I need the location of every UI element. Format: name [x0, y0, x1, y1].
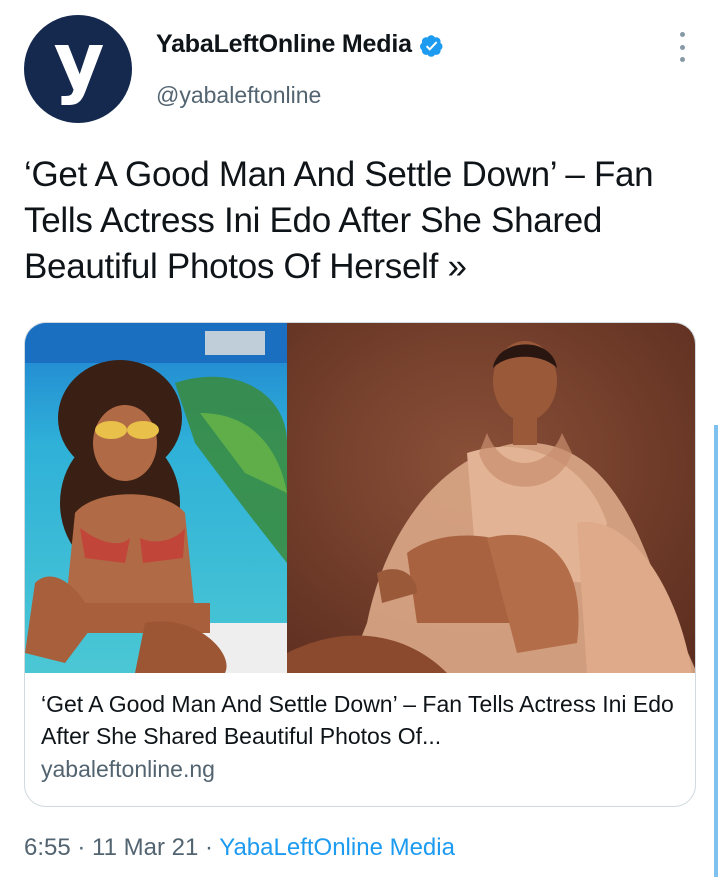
link-card-domain: yabaleftonline.ng: [41, 756, 215, 782]
avatar-letter: y: [53, 17, 105, 107]
more-dot-icon: [679, 32, 685, 37]
tweet-time[interactable]: 6:55: [24, 834, 71, 861]
link-card-media[interactable]: [25, 323, 695, 673]
tweet: y YabaLeftOnline Media @yabaleftonline ‘…: [0, 0, 718, 877]
author-handle[interactable]: @yabaleftonline: [156, 82, 321, 109]
more-options-icon[interactable]: [674, 32, 690, 62]
author-name-row: YabaLeftOnline Media: [156, 30, 444, 59]
link-card-body[interactable]: ‘Get A Good Man And Settle Down’ – Fan T…: [41, 688, 681, 785]
tweet-source-link[interactable]: YabaLeftOnline Media: [219, 834, 455, 861]
avatar[interactable]: y: [24, 15, 132, 123]
scrollbar[interactable]: [714, 425, 718, 877]
tweet-text: ‘Get A Good Man And Settle Down’ – Fan T…: [24, 155, 654, 286]
card-photo-pool: [25, 323, 287, 673]
tweet-date[interactable]: 11 Mar 21: [92, 834, 198, 861]
author-display-name[interactable]: YabaLeftOnline Media: [156, 30, 412, 59]
more-dot-icon: [679, 44, 685, 50]
more-dot-icon: [679, 57, 685, 62]
card-photo-studio: [287, 323, 695, 673]
meta-separator: ·: [70, 834, 93, 861]
tweet-meta: 6:55 · 11 Mar 21 · YabaLeftOnline Media: [24, 834, 455, 862]
verified-badge-icon: [419, 34, 443, 57]
link-card-title: ‘Get A Good Man And Settle Down’ – Fan T…: [41, 691, 674, 749]
link-card[interactable]: ‘Get A Good Man And Settle Down’ – Fan T…: [24, 322, 696, 807]
meta-separator: ·: [198, 834, 220, 861]
